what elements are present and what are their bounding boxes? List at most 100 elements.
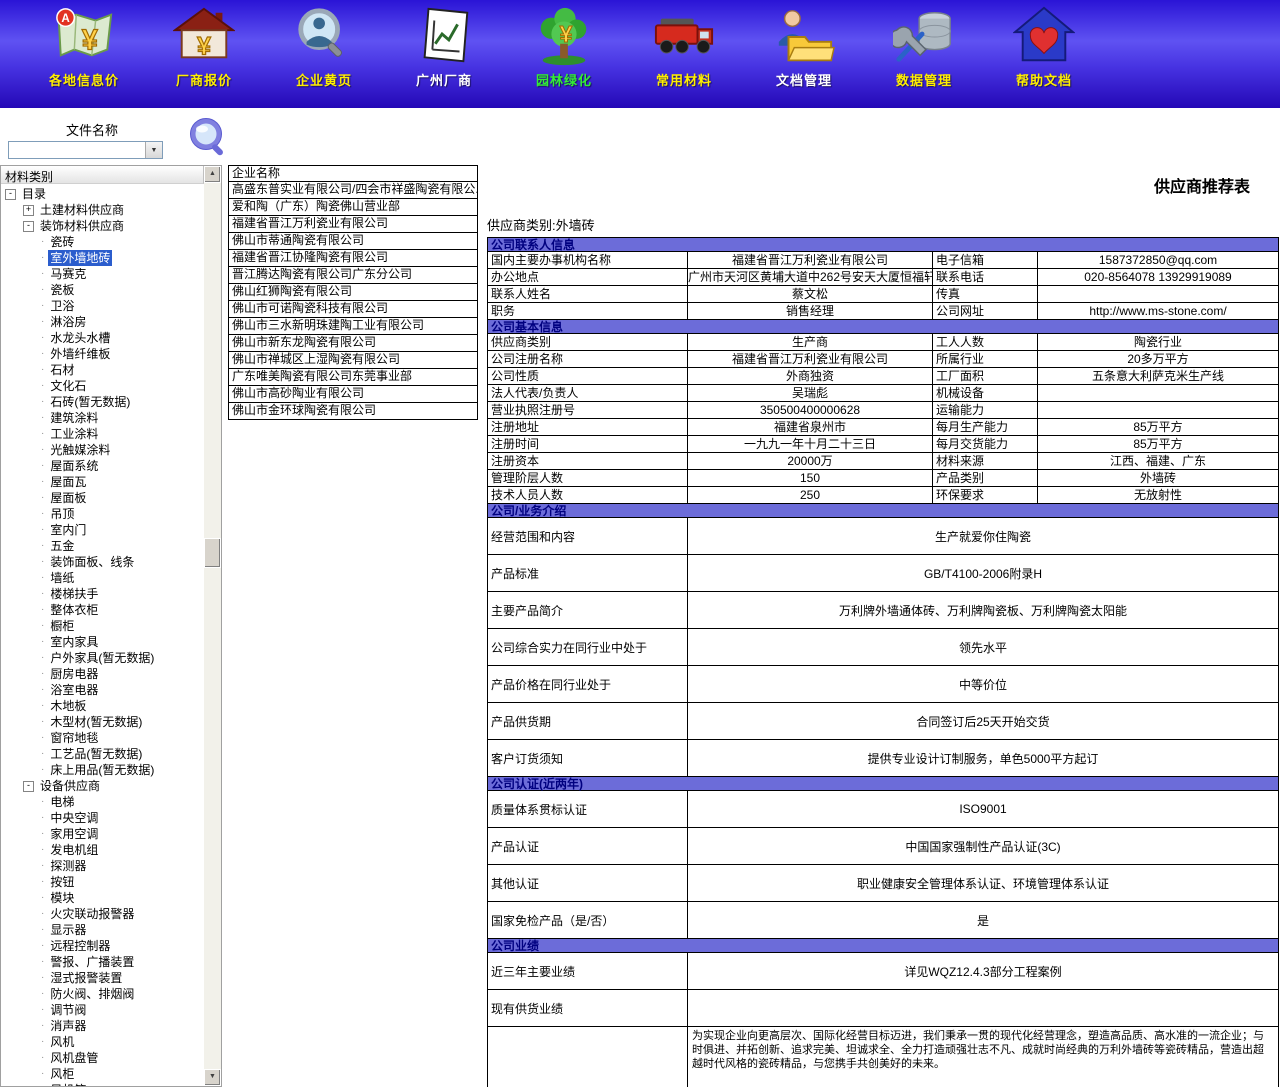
tree-item[interactable]: ·湿式报警装置: [1, 970, 204, 986]
tree-item[interactable]: ·工业涂料: [1, 426, 204, 442]
company-list-item[interactable]: 福建省晋江万利瓷业有限公司: [228, 216, 478, 233]
tree-item[interactable]: ·厨房电器: [1, 666, 204, 682]
dropdown-arrow-icon[interactable]: ▼: [145, 142, 162, 158]
company-list-item[interactable]: 高盛东普实业有限公司/四会市祥盛陶瓷有限公...: [228, 182, 478, 199]
scroll-down-icon[interactable]: ▼: [204, 1069, 221, 1086]
company-list-item[interactable]: 佛山市禅城区上湿陶瓷有限公司: [228, 352, 478, 369]
company-list-item[interactable]: 广东唯美陶瓷有限公司东莞事业部: [228, 369, 478, 386]
field-label: 环保要求: [933, 487, 1038, 504]
tree-item[interactable]: ·床上用品(暂无数据): [1, 762, 204, 778]
tree-item[interactable]: ·发电机组: [1, 842, 204, 858]
tree-item[interactable]: ·远程控制器: [1, 938, 204, 954]
tree-item[interactable]: ·吊顶: [1, 506, 204, 522]
scrollbar-thumb[interactable]: [204, 538, 221, 568]
tree-item[interactable]: ·五金: [1, 538, 204, 554]
tree-scrollbar[interactable]: ▲ ▼: [204, 166, 221, 1086]
tree-item[interactable]: ·装饰面板、线条: [1, 554, 204, 570]
company-list-item[interactable]: 佛山红狮陶瓷有限公司: [228, 284, 478, 301]
tree-item[interactable]: ·整体衣柜: [1, 602, 204, 618]
filename-select[interactable]: ▼: [8, 141, 163, 159]
tree-item[interactable]: ·水龙头水槽: [1, 330, 204, 346]
tree-item[interactable]: ·石材: [1, 362, 204, 378]
tree-item[interactable]: ·楼梯扶手: [1, 586, 204, 602]
tree-item[interactable]: ·工艺品(暂无数据): [1, 746, 204, 762]
collapse-icon[interactable]: -: [23, 221, 34, 232]
company-list-item[interactable]: 爱和陶（广东）陶瓷佛山营业部: [228, 199, 478, 216]
tree-item[interactable]: ·室内家具: [1, 634, 204, 650]
search-button[interactable]: [186, 116, 232, 162]
toolbar-item-regional-info-price[interactable]: A¥ 各地信息价: [36, 0, 132, 108]
tree-item[interactable]: -目录: [1, 186, 204, 202]
tree-item[interactable]: ·火灾联动报警器: [1, 906, 204, 922]
tree-item[interactable]: ·卫浴: [1, 298, 204, 314]
tree-item[interactable]: ·马赛克: [1, 266, 204, 282]
tree-leaf-tick-icon: ·: [41, 426, 44, 442]
company-list-item[interactable]: 佛山市蒂通陶瓷有限公司: [228, 233, 478, 250]
field-value: 350500400000628: [688, 402, 933, 419]
tree-item[interactable]: ·消声器: [1, 1018, 204, 1034]
company-list-item[interactable]: 佛山市高砂陶业有限公司: [228, 386, 478, 403]
tree-item[interactable]: ·家用空调: [1, 826, 204, 842]
tree-item[interactable]: ·建筑涂料: [1, 410, 204, 426]
company-list-item[interactable]: 佛山市可诺陶瓷科技有限公司: [228, 301, 478, 318]
tree-item[interactable]: ·调节阀: [1, 1002, 204, 1018]
tree-item[interactable]: ·窗帘地毯: [1, 730, 204, 746]
tree-item[interactable]: ·光触媒涂料: [1, 442, 204, 458]
tree-item[interactable]: ·橱柜: [1, 618, 204, 634]
expand-icon[interactable]: +: [23, 205, 34, 216]
tree-item[interactable]: ·石砖(暂无数据): [1, 394, 204, 410]
tree-item[interactable]: ·木地板: [1, 698, 204, 714]
tree-item[interactable]: ·模块: [1, 890, 204, 906]
tree-item[interactable]: ·外墙纤维板: [1, 346, 204, 362]
company-list-item[interactable]: 福建省晋江协隆陶瓷有限公司: [228, 250, 478, 267]
tree-item[interactable]: +土建材料供应商: [1, 202, 204, 218]
toolbar-item-guangzhou-vendors[interactable]: 广州厂商: [396, 0, 492, 108]
tree-item[interactable]: ·瓷板: [1, 282, 204, 298]
tree-item[interactable]: ·淋浴房: [1, 314, 204, 330]
tree-item[interactable]: ·浴室电器: [1, 682, 204, 698]
tree-item[interactable]: ·屋面瓦: [1, 474, 204, 490]
collapse-icon[interactable]: -: [23, 781, 34, 792]
tree-item[interactable]: ·中央空调: [1, 810, 204, 826]
tree-item-label: 探测器: [48, 858, 88, 874]
tree-item[interactable]: ·瓷砖: [1, 234, 204, 250]
tree-item[interactable]: ·墙纸: [1, 570, 204, 586]
tree-item[interactable]: ·文化石: [1, 378, 204, 394]
tree-item[interactable]: ·按钮: [1, 874, 204, 890]
tree-item[interactable]: ·显示器: [1, 922, 204, 938]
company-list-item[interactable]: 佛山市新东龙陶瓷有限公司: [228, 335, 478, 352]
table-row: 公司综合实力在同行业中处于领先水平: [488, 629, 1279, 666]
toolbar-item-vendor-quote[interactable]: ¥ 厂商报价: [156, 0, 252, 108]
toolbar-item-yellow-pages[interactable]: 企业黄页: [276, 0, 372, 108]
company-list-item[interactable]: 晋江腾达陶瓷有限公司广东分公司: [228, 267, 478, 284]
scroll-up-icon[interactable]: ▲: [204, 166, 221, 183]
tree-leaf-tick-icon: ·: [41, 922, 44, 938]
tree-item[interactable]: ·电梯: [1, 794, 204, 810]
tree-item[interactable]: ·屋面板: [1, 490, 204, 506]
tree-item[interactable]: ·室外墙地砖: [1, 250, 204, 266]
tree-item[interactable]: ·屋面系统: [1, 458, 204, 474]
toolbar-item-label: 厂商报价: [176, 70, 232, 89]
svg-text:¥: ¥: [559, 21, 572, 47]
company-list-item[interactable]: 佛山市金环球陶瓷有限公司: [228, 403, 478, 420]
tree-item[interactable]: ·风柜: [1, 1066, 204, 1082]
collapse-icon[interactable]: -: [5, 189, 16, 200]
tree-item[interactable]: ·木型材(暂无数据): [1, 714, 204, 730]
tree-item[interactable]: ·户外家具(暂无数据): [1, 650, 204, 666]
tree-item[interactable]: ·警报、广播装置: [1, 954, 204, 970]
folder-person-icon: [773, 5, 835, 67]
toolbar-item-landscaping[interactable]: ¥ 园林绿化: [516, 0, 612, 108]
toolbar-item-help-docs[interactable]: 帮助文档: [996, 0, 1092, 108]
tree-item[interactable]: -设备供应商: [1, 778, 204, 794]
company-list-item[interactable]: 佛山市三水新明珠建陶工业有限公司: [228, 318, 478, 335]
toolbar-item-common-materials[interactable]: 常用材料: [636, 0, 732, 108]
toolbar-item-data-management[interactable]: 数据管理: [876, 0, 972, 108]
toolbar-item-document-management[interactable]: 文档管理: [756, 0, 852, 108]
tree-item[interactable]: ·防火阀、排烟阀: [1, 986, 204, 1002]
tree-item[interactable]: ·风机盘管: [1, 1050, 204, 1066]
tree-item[interactable]: ·风机: [1, 1034, 204, 1050]
tree-item[interactable]: -装饰材料供应商: [1, 218, 204, 234]
tree-item[interactable]: ·室内门: [1, 522, 204, 538]
tree-item[interactable]: ·风机箱: [1, 1082, 204, 1086]
tree-item[interactable]: ·探测器: [1, 858, 204, 874]
